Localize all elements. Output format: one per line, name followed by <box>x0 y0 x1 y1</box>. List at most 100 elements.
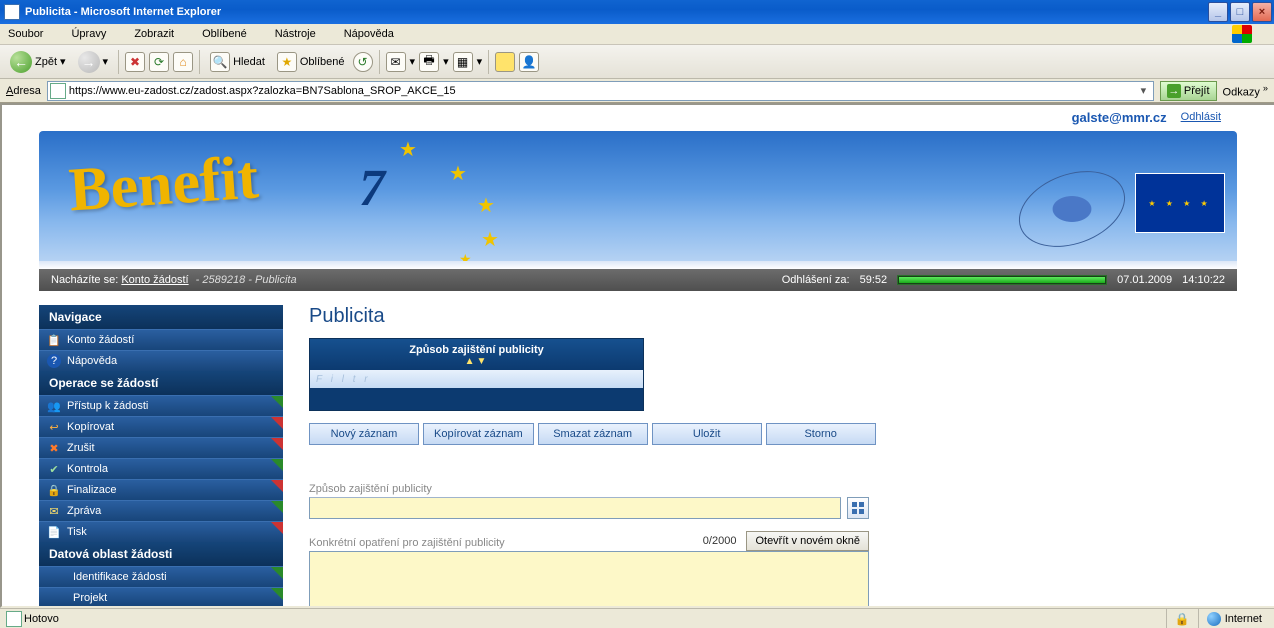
menu-zobrazit[interactable]: Zobrazit <box>134 28 188 40</box>
cancel-button[interactable]: Storno <box>766 423 876 445</box>
stop-button[interactable]: ✖ <box>125 52 145 72</box>
close-button[interactable]: × <box>1252 2 1272 22</box>
star-icon: ★ <box>399 137 417 162</box>
search-button[interactable]: 🔍 Hledat <box>206 50 269 74</box>
zpusob-input[interactable] <box>309 497 841 519</box>
maximize-button[interactable]: □ <box>1230 2 1250 22</box>
sidebar-item-label: Tisk <box>67 526 87 538</box>
print-button[interactable]: 🖶 <box>419 52 439 72</box>
sidebar-item-op-4[interactable]: 🔒Finalizace <box>39 479 283 500</box>
page-icon <box>50 83 66 99</box>
messenger-button[interactable]: 👤 <box>519 52 539 72</box>
sidebar-item-identifikace[interactable]: Identifikace žádosti <box>39 566 283 587</box>
copy-button[interactable]: Kopírovat záznam <box>423 423 534 445</box>
chevron-down-icon: ▾ <box>60 55 66 68</box>
open-new-window-button[interactable]: Otevřít v novém okně <box>746 531 869 551</box>
server-date: 07.01.2009 <box>1117 274 1172 286</box>
save-button[interactable]: Uložit <box>652 423 762 445</box>
new-button[interactable]: Nový záznam <box>309 423 419 445</box>
corner-indicator <box>271 396 283 408</box>
grid-header[interactable]: Způsob zajištění publicity ▲▼ <box>310 339 643 370</box>
sidebar-item-napoveda[interactable]: ? Nápověda <box>39 350 283 371</box>
breadcrumb-prefix: Nacházíte se: <box>51 274 118 286</box>
status-lock: 🔒 <box>1166 609 1198 628</box>
address-input-wrap[interactable]: ▾ <box>47 81 1154 101</box>
go-button[interactable]: → Přejít <box>1160 81 1217 101</box>
sidebar-item-label: Zpráva <box>67 505 101 517</box>
window-title: Publicita - Microsoft Internet Explorer <box>25 6 221 18</box>
sidebar-item-label: Identifikace žádosti <box>73 571 167 583</box>
menu-napoveda[interactable]: Nápověda <box>344 28 408 40</box>
app-logo-text: Benefit <box>67 142 261 226</box>
corner-indicator <box>271 567 283 579</box>
back-button[interactable]: Zpět ▾ <box>6 49 70 75</box>
sidebar-item-label: Finalizace <box>67 484 117 496</box>
status-zone: Internet <box>1198 609 1270 628</box>
autologout-timer: 59:52 <box>860 274 888 286</box>
sidebar-item-op-2[interactable]: ✖ Zrušit <box>39 437 283 458</box>
star-icon: ★ <box>277 52 297 72</box>
autologout-label: Odhlášení za: <box>782 274 850 286</box>
op-icon: ✉ <box>47 504 61 518</box>
sidebar-item-op-5[interactable]: ✉ Zpráva <box>39 500 283 521</box>
konkretni-textarea[interactable] <box>309 551 869 608</box>
logout-link[interactable]: Odhlásit <box>1181 111 1221 123</box>
sort-icons[interactable]: ▲▼ <box>310 356 643 367</box>
konkretni-label: Konkrétní opatření pro zajištění publici… <box>309 537 505 549</box>
browser-toolbar: Zpět ▾ ▾ ✖ ⟳ ⌂ 🔍 Hledat ★ Oblíbené ↺ ✉▾ … <box>0 45 1274 79</box>
breadcrumb-konto[interactable]: Konto žádostí <box>121 274 188 286</box>
chevron-down-icon: ▾ <box>103 55 109 68</box>
address-dropdown[interactable]: ▾ <box>1136 84 1151 97</box>
page-viewport: galste@mmr.cz Odhlásit Benefit 7 ★ ★ ★ ★… <box>0 103 1274 608</box>
page-title: Publicita <box>309 305 1237 328</box>
op-icon: 📄 <box>47 525 61 539</box>
sidebar-item-op-0[interactable]: 👥Přístup k žádosti <box>39 395 283 416</box>
grid-header-label: Způsob zajištění publicity <box>310 344 643 356</box>
sidebar-item-op-6[interactable]: 📄 Tisk <box>39 521 283 542</box>
sidebar-item-konto[interactable]: 📋 Konto žádostí <box>39 329 283 350</box>
ie-icon <box>4 4 20 20</box>
eu-flag <box>1135 173 1225 233</box>
sidebar-nav-header: Navigace <box>39 305 283 329</box>
minimize-button[interactable]: _ <box>1208 2 1228 22</box>
breadcrumb-bar: Nacházíte se: Konto žádostí - 2589218 - … <box>39 269 1237 291</box>
zpusob-lookup-button[interactable] <box>847 497 869 519</box>
favorites-button[interactable]: ★ Oblíbené <box>273 50 349 74</box>
corner-indicator <box>271 522 283 534</box>
sidebar-item-label: Konto žádostí <box>67 334 134 346</box>
mail-button[interactable]: ✉ <box>386 52 406 72</box>
edit-button[interactable]: ▦ <box>453 52 473 72</box>
grid-filter-row[interactable]: F i l t r <box>310 370 643 388</box>
window-titlebar: Publicita - Microsoft Internet Explorer … <box>0 0 1274 24</box>
list-icon: 📋 <box>47 333 61 347</box>
breadcrumb-id: 2589218 <box>202 274 245 286</box>
corner-indicator <box>271 438 283 450</box>
forward-button[interactable]: ▾ <box>74 49 113 75</box>
sidebar-item-op-3[interactable]: ✔Kontrola <box>39 458 283 479</box>
back-icon <box>10 51 32 73</box>
history-button[interactable]: ↺ <box>353 52 373 72</box>
refresh-button[interactable]: ⟳ <box>149 52 169 72</box>
corner-indicator <box>271 459 283 471</box>
sidebar-item-label: Zrušit <box>67 442 95 454</box>
home-button[interactable]: ⌂ <box>173 52 193 72</box>
menu-oblibene[interactable]: Oblíbené <box>202 28 261 40</box>
sidebar-item-op-1[interactable]: ↩Kopírovat <box>39 416 283 437</box>
corner-indicator <box>271 417 283 429</box>
links-button[interactable]: Odkazy » <box>1223 83 1268 99</box>
op-icon: ✖ <box>47 441 61 455</box>
address-input[interactable] <box>69 85 1136 97</box>
menu-nastroje[interactable]: Nástroje <box>275 28 330 40</box>
banner: Benefit 7 ★ ★ ★ ★ ★ <box>39 131 1237 261</box>
menu-soubor[interactable]: Soubor <box>8 28 57 40</box>
delete-button[interactable]: Smazat záznam <box>538 423 648 445</box>
form: Způsob zajištění publicity Konkrétní opa… <box>309 483 869 608</box>
star-icon: ★ <box>459 251 472 261</box>
note-button[interactable] <box>495 52 515 72</box>
sidebar-item-projekt[interactable]: Projekt <box>39 587 283 606</box>
menu-upravy[interactable]: Úpravy <box>71 28 120 40</box>
sidebar-item-label: Kopírovat <box>67 421 114 433</box>
star-icon: ★ <box>477 193 495 218</box>
corner-indicator <box>271 588 283 600</box>
page-scroll[interactable]: galste@mmr.cz Odhlásit Benefit 7 ★ ★ ★ ★… <box>0 103 1274 608</box>
